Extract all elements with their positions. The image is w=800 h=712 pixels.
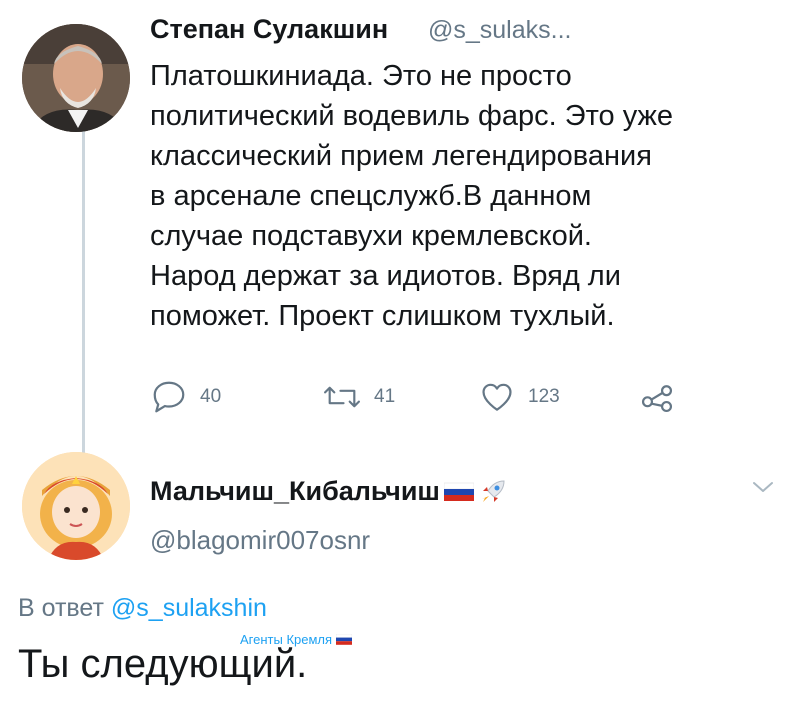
reply-icon: [153, 381, 185, 413]
reply-count: 40: [200, 386, 222, 407]
avatar[interactable]: [22, 24, 130, 132]
retweet-icon: [324, 386, 360, 408]
author-handle[interactable]: @blagomir007osnr: [150, 525, 370, 556]
author-handle[interactable]: @s_sulaks...: [428, 16, 571, 45]
retweet-count: 41: [374, 386, 396, 407]
like-button[interactable]: 123: [478, 378, 560, 416]
thread-connector-line: [82, 118, 85, 453]
like-count: 123: [528, 386, 560, 407]
author-name-text: Мальчиш_Кибальчиш: [150, 476, 440, 506]
reply-prefix: В ответ: [18, 594, 104, 622]
heart-icon: [482, 383, 512, 411]
author-name[interactable]: Мальчиш_Кибальчиш: [150, 476, 508, 507]
share-icon: [641, 385, 673, 413]
rocket-icon: [481, 479, 505, 502]
chevron-down-icon[interactable]: [750, 478, 776, 496]
reply-button[interactable]: 40: [150, 378, 221, 416]
avatar[interactable]: [22, 452, 130, 560]
reply-mention-link[interactable]: @s_sulakshin: [111, 594, 267, 622]
russia-flag-icon: [336, 634, 353, 645]
author-name[interactable]: Степан Сулакшин: [150, 14, 388, 45]
tweet-text: Ты следующий.: [18, 642, 308, 686]
reply-context: В ответ @s_sulakshin: [18, 594, 267, 623]
russia-flag-icon: [443, 482, 474, 501]
retweet-button[interactable]: 41: [322, 378, 395, 416]
share-button[interactable]: [638, 378, 688, 416]
tweet-text: Платошкиниада. Это не просто политически…: [150, 60, 674, 332]
